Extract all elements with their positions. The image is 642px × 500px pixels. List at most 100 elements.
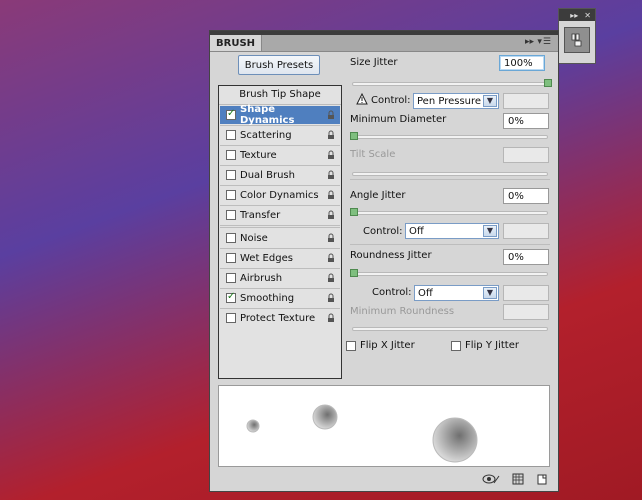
dual-brush-label: Dual Brush — [240, 169, 295, 181]
wet-edges-checkbox[interactable] — [226, 253, 236, 263]
control-2-field — [503, 223, 549, 239]
shape-dynamics-settings: Size Jitter 100% Control: Pen Pressure ▼… — [346, 31, 560, 351]
brush-tip-shape-item[interactable]: Brush Tip Shape — [219, 86, 341, 105]
control-select-3[interactable]: Off ▼ — [414, 285, 499, 301]
chevron-down-icon[interactable]: ▼ — [483, 225, 497, 237]
minimum-roundness-slider — [352, 327, 548, 331]
lock-icon[interactable] — [326, 110, 336, 120]
color-dynamics-checkbox[interactable] — [226, 190, 236, 200]
minimum-roundness-field — [503, 304, 549, 320]
texture-checkbox[interactable] — [226, 150, 236, 160]
flip-y-jitter-option[interactable]: Flip Y Jitter — [451, 340, 519, 351]
noise-label: Noise — [240, 232, 268, 244]
grid-icon[interactable] — [512, 473, 524, 485]
tilt-scale-label: Tilt Scale — [350, 149, 396, 160]
lock-icon[interactable] — [326, 313, 336, 323]
angle-jitter-label: Angle Jitter — [350, 190, 406, 201]
flip-x-jitter-checkbox[interactable] — [346, 340, 356, 351]
lock-icon[interactable] — [326, 210, 336, 220]
list-item-smoothing[interactable]: Smoothing — [220, 289, 340, 307]
control-select-1-value: Pen Pressure — [417, 96, 482, 107]
lock-icon[interactable] — [326, 273, 336, 283]
smoothing-label: Smoothing — [240, 292, 295, 304]
mini-dock-titlebar: ▸▸ ✕ — [559, 9, 595, 21]
list-item-dual-brush[interactable]: Dual Brush — [220, 166, 340, 184]
protect-texture-checkbox[interactable] — [226, 313, 236, 323]
lock-icon[interactable] — [326, 170, 336, 180]
texture-label: Texture — [240, 149, 277, 161]
angle-jitter-value[interactable]: 0% — [503, 188, 549, 204]
roundness-jitter-slider-thumb[interactable] — [350, 269, 358, 277]
new-preset-icon[interactable] — [536, 473, 548, 485]
wet-edges-label: Wet Edges — [240, 252, 293, 264]
list-item-transfer[interactable]: Transfer — [220, 206, 340, 224]
scattering-checkbox[interactable] — [226, 130, 236, 140]
flip-y-jitter-label: Flip Y Jitter — [465, 340, 519, 351]
control-label-2: Control: — [363, 226, 403, 237]
list-item-noise[interactable]: Noise — [220, 229, 340, 247]
list-item-airbrush[interactable]: Airbrush — [220, 269, 340, 287]
protect-texture-label: Protect Texture — [240, 312, 316, 324]
control-label-1: Control: — [371, 95, 411, 106]
lock-icon[interactable] — [326, 190, 336, 200]
brush-panel-toggle-button[interactable] — [564, 27, 590, 53]
panel-footer-icons — [482, 473, 548, 485]
smoothing-checkbox[interactable] — [226, 291, 236, 303]
roundness-jitter-slider[interactable] — [352, 272, 548, 276]
minimum-diameter-value[interactable]: 0% — [503, 113, 549, 129]
list-item-color-dynamics[interactable]: Color Dynamics — [220, 186, 340, 204]
lock-icon[interactable] — [326, 293, 336, 303]
list-item-shape-dynamics[interactable]: Shape Dynamics — [220, 104, 340, 126]
airbrush-checkbox[interactable] — [226, 273, 236, 283]
roundness-jitter-value[interactable]: 0% — [503, 249, 549, 265]
transfer-label: Transfer — [240, 209, 281, 221]
lock-icon[interactable] — [326, 233, 336, 243]
noise-checkbox[interactable] — [226, 233, 236, 243]
shape-dynamics-label: Shape Dynamics — [240, 104, 295, 126]
eye-brush-icon[interactable] — [482, 473, 500, 485]
size-jitter-slider-thumb[interactable] — [544, 79, 552, 87]
chevron-down-icon[interactable]: ▼ — [483, 287, 497, 299]
control-label-3: Control: — [372, 287, 412, 298]
tilt-scale-slider — [352, 172, 548, 176]
control-1-field — [503, 93, 549, 109]
collapse-icon[interactable]: ▸▸ — [570, 11, 578, 20]
chevron-down-icon[interactable]: ▼ — [483, 95, 497, 107]
flip-x-jitter-option[interactable]: Flip X Jitter — [346, 340, 415, 351]
lock-icon[interactable] — [326, 253, 336, 263]
brush-stroke-preview — [218, 385, 550, 467]
airbrush-label: Airbrush — [240, 272, 283, 284]
brush-icon — [571, 33, 582, 47]
list-item-texture[interactable]: Texture — [220, 146, 340, 164]
brush-presets-button[interactable]: Brush Presets — [238, 55, 320, 75]
list-item-wet-edges[interactable]: Wet Edges — [220, 249, 340, 267]
lock-icon[interactable] — [326, 130, 336, 140]
list-item-scattering[interactable]: Scattering — [220, 126, 340, 144]
minimum-roundness-label: Minimum Roundness — [350, 306, 455, 317]
mini-dock-panel: ▸▸ ✕ — [558, 8, 596, 64]
transfer-checkbox[interactable] — [226, 210, 236, 220]
minimum-diameter-label: Minimum Diameter — [350, 114, 447, 125]
brush-panel: BRUSH ▸▸ ▾☰ Brush Presets Brush Tip Shap… — [209, 30, 559, 492]
shape-dynamics-checkbox[interactable] — [226, 108, 236, 120]
control-select-2[interactable]: Off ▼ — [405, 223, 499, 239]
angle-jitter-slider[interactable] — [352, 211, 548, 215]
size-jitter-slider[interactable] — [352, 82, 548, 86]
minimum-diameter-slider[interactable] — [352, 135, 548, 139]
flip-x-jitter-label: Flip X Jitter — [360, 340, 415, 351]
tilt-scale-field — [503, 147, 549, 163]
color-dynamics-label: Color Dynamics — [240, 189, 319, 201]
angle-jitter-slider-thumb[interactable] — [350, 208, 358, 216]
dual-brush-checkbox[interactable] — [226, 170, 236, 180]
minimum-diameter-slider-thumb[interactable] — [350, 132, 358, 140]
list-item-protect-texture[interactable]: Protect Texture — [220, 309, 340, 327]
brush-tab[interactable]: BRUSH — [210, 35, 263, 51]
control-select-1[interactable]: Pen Pressure ▼ — [413, 93, 499, 109]
brush-settings-list: Brush Tip Shape Shape Dynamics Scatterin… — [218, 85, 342, 379]
close-icon[interactable]: ✕ — [584, 11, 591, 20]
lock-icon[interactable] — [326, 150, 336, 160]
roundness-jitter-label: Roundness Jitter — [350, 250, 432, 261]
size-jitter-label: Size Jitter — [350, 57, 398, 68]
size-jitter-value[interactable]: 100% — [499, 55, 545, 71]
flip-y-jitter-checkbox[interactable] — [451, 340, 461, 351]
